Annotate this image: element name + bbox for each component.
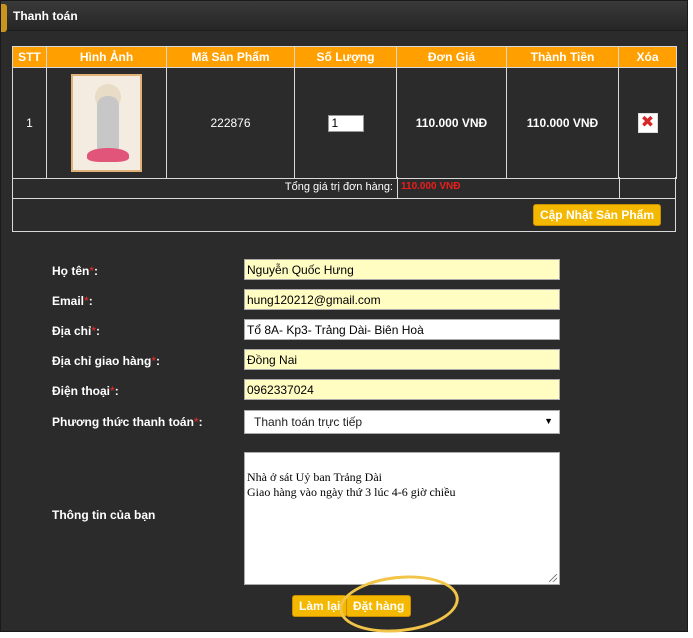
table-row: 1 222876 110.000 VNĐ 110.000 VNĐ ✖ — [12, 67, 677, 179]
your-info-label: Thông tin của bạn — [52, 508, 156, 522]
resize-grip-icon[interactable] — [549, 574, 557, 582]
shipping-address-label: Địa chỉ giao hàng*: — [52, 354, 160, 368]
address-field[interactable] — [244, 319, 560, 340]
phone-label: Điện thoại*: — [52, 384, 119, 398]
column-header-product-code: Mã Sản Phẩm — [166, 46, 295, 68]
cart-update-row: Cập Nhật Sản Phẩm — [12, 199, 676, 232]
cart-header-row: STT Hình Ảnh Mã Sản Phẩm Số Lượng Đơn Gi… — [12, 46, 677, 68]
title-accent-bar — [1, 4, 7, 32]
name-label-text: Họ tên — [52, 264, 90, 278]
delete-icon[interactable]: ✖ — [637, 113, 658, 133]
cell-product-code: 222876 — [166, 67, 295, 179]
email-label: Email*: — [52, 294, 93, 308]
thumbnail-figure — [97, 96, 119, 152]
label-colon: : — [198, 415, 203, 429]
label-colon: : — [96, 324, 101, 338]
column-header-unit-price: Đơn Giá — [396, 46, 507, 68]
address-label: Địa chỉ*: — [52, 324, 100, 338]
panel-titlebar: Thanh toán — [1, 1, 687, 32]
name-field[interactable] — [244, 259, 560, 280]
column-header-stt: STT — [12, 46, 47, 68]
divider — [619, 177, 620, 198]
chevron-down-icon: ▼ — [544, 416, 553, 426]
checkout-panel: Thanh toán STT Hình Ảnh Mã Sản Phẩm Số L… — [0, 0, 688, 638]
column-header-line-total: Thành Tiền — [506, 46, 619, 68]
payment-label-text: Phương thức thanh toán — [52, 415, 194, 429]
phone-label-text: Điện thoại — [52, 384, 111, 398]
phone-field[interactable] — [244, 379, 560, 400]
email-field[interactable] — [244, 289, 560, 310]
cart-total-row: Tổng giá trị đơn hàng: 110.000 VNĐ — [12, 177, 676, 199]
your-info-text: Nhà ở sát Uỷ ban Trảng Dài Giao hàng vào… — [247, 470, 456, 499]
payment-method-label: Phương thức thanh toán*: — [52, 415, 203, 429]
product-thumbnail-image[interactable] — [71, 74, 142, 172]
cell-line-total: 110.000 VNĐ — [506, 67, 619, 179]
label-colon: : — [88, 294, 93, 308]
column-header-quantity: Số Lượng — [294, 46, 397, 68]
divider — [397, 177, 398, 198]
cell-unit-price: 110.000 VNĐ — [396, 67, 507, 179]
quantity-input[interactable] — [327, 114, 364, 132]
address-label-text: Địa chỉ — [52, 324, 92, 338]
shipping-label-text: Địa chỉ giao hàng — [52, 354, 152, 368]
label-colon: : — [156, 354, 161, 368]
payment-method-value: Thanh toán trực tiếp — [254, 415, 363, 429]
name-label: Họ tên*: — [52, 264, 98, 278]
panel-title: Thanh toán — [13, 9, 78, 23]
cell-image — [46, 67, 167, 179]
label-colon: : — [94, 264, 99, 278]
email-label-text: Email — [52, 294, 85, 308]
cart-table: STT Hình Ảnh Mã Sản Phẩm Số Lượng Đơn Gi… — [12, 46, 677, 179]
column-header-image: Hình Ảnh — [46, 46, 167, 68]
update-products-button[interactable]: Cập Nhật Sản Phẩm — [532, 204, 661, 226]
total-label: Tổng giá trị đơn hàng: — [284, 181, 393, 193]
payment-method-select[interactable]: Thanh toán trực tiếp ▼ — [244, 410, 560, 434]
cell-quantity — [294, 67, 397, 179]
cell-stt: 1 — [12, 67, 47, 179]
column-header-delete: Xóa — [618, 46, 677, 68]
thumbnail-lotus — [87, 148, 129, 162]
label-colon: : — [114, 384, 119, 398]
shipping-address-field[interactable] — [244, 349, 560, 370]
cell-delete: ✖ — [618, 67, 677, 179]
your-info-textarea[interactable]: Nhà ở sát Uỷ ban Trảng Dài Giao hàng vào… — [244, 452, 560, 585]
total-value: 110.000 VNĐ — [401, 181, 461, 192]
